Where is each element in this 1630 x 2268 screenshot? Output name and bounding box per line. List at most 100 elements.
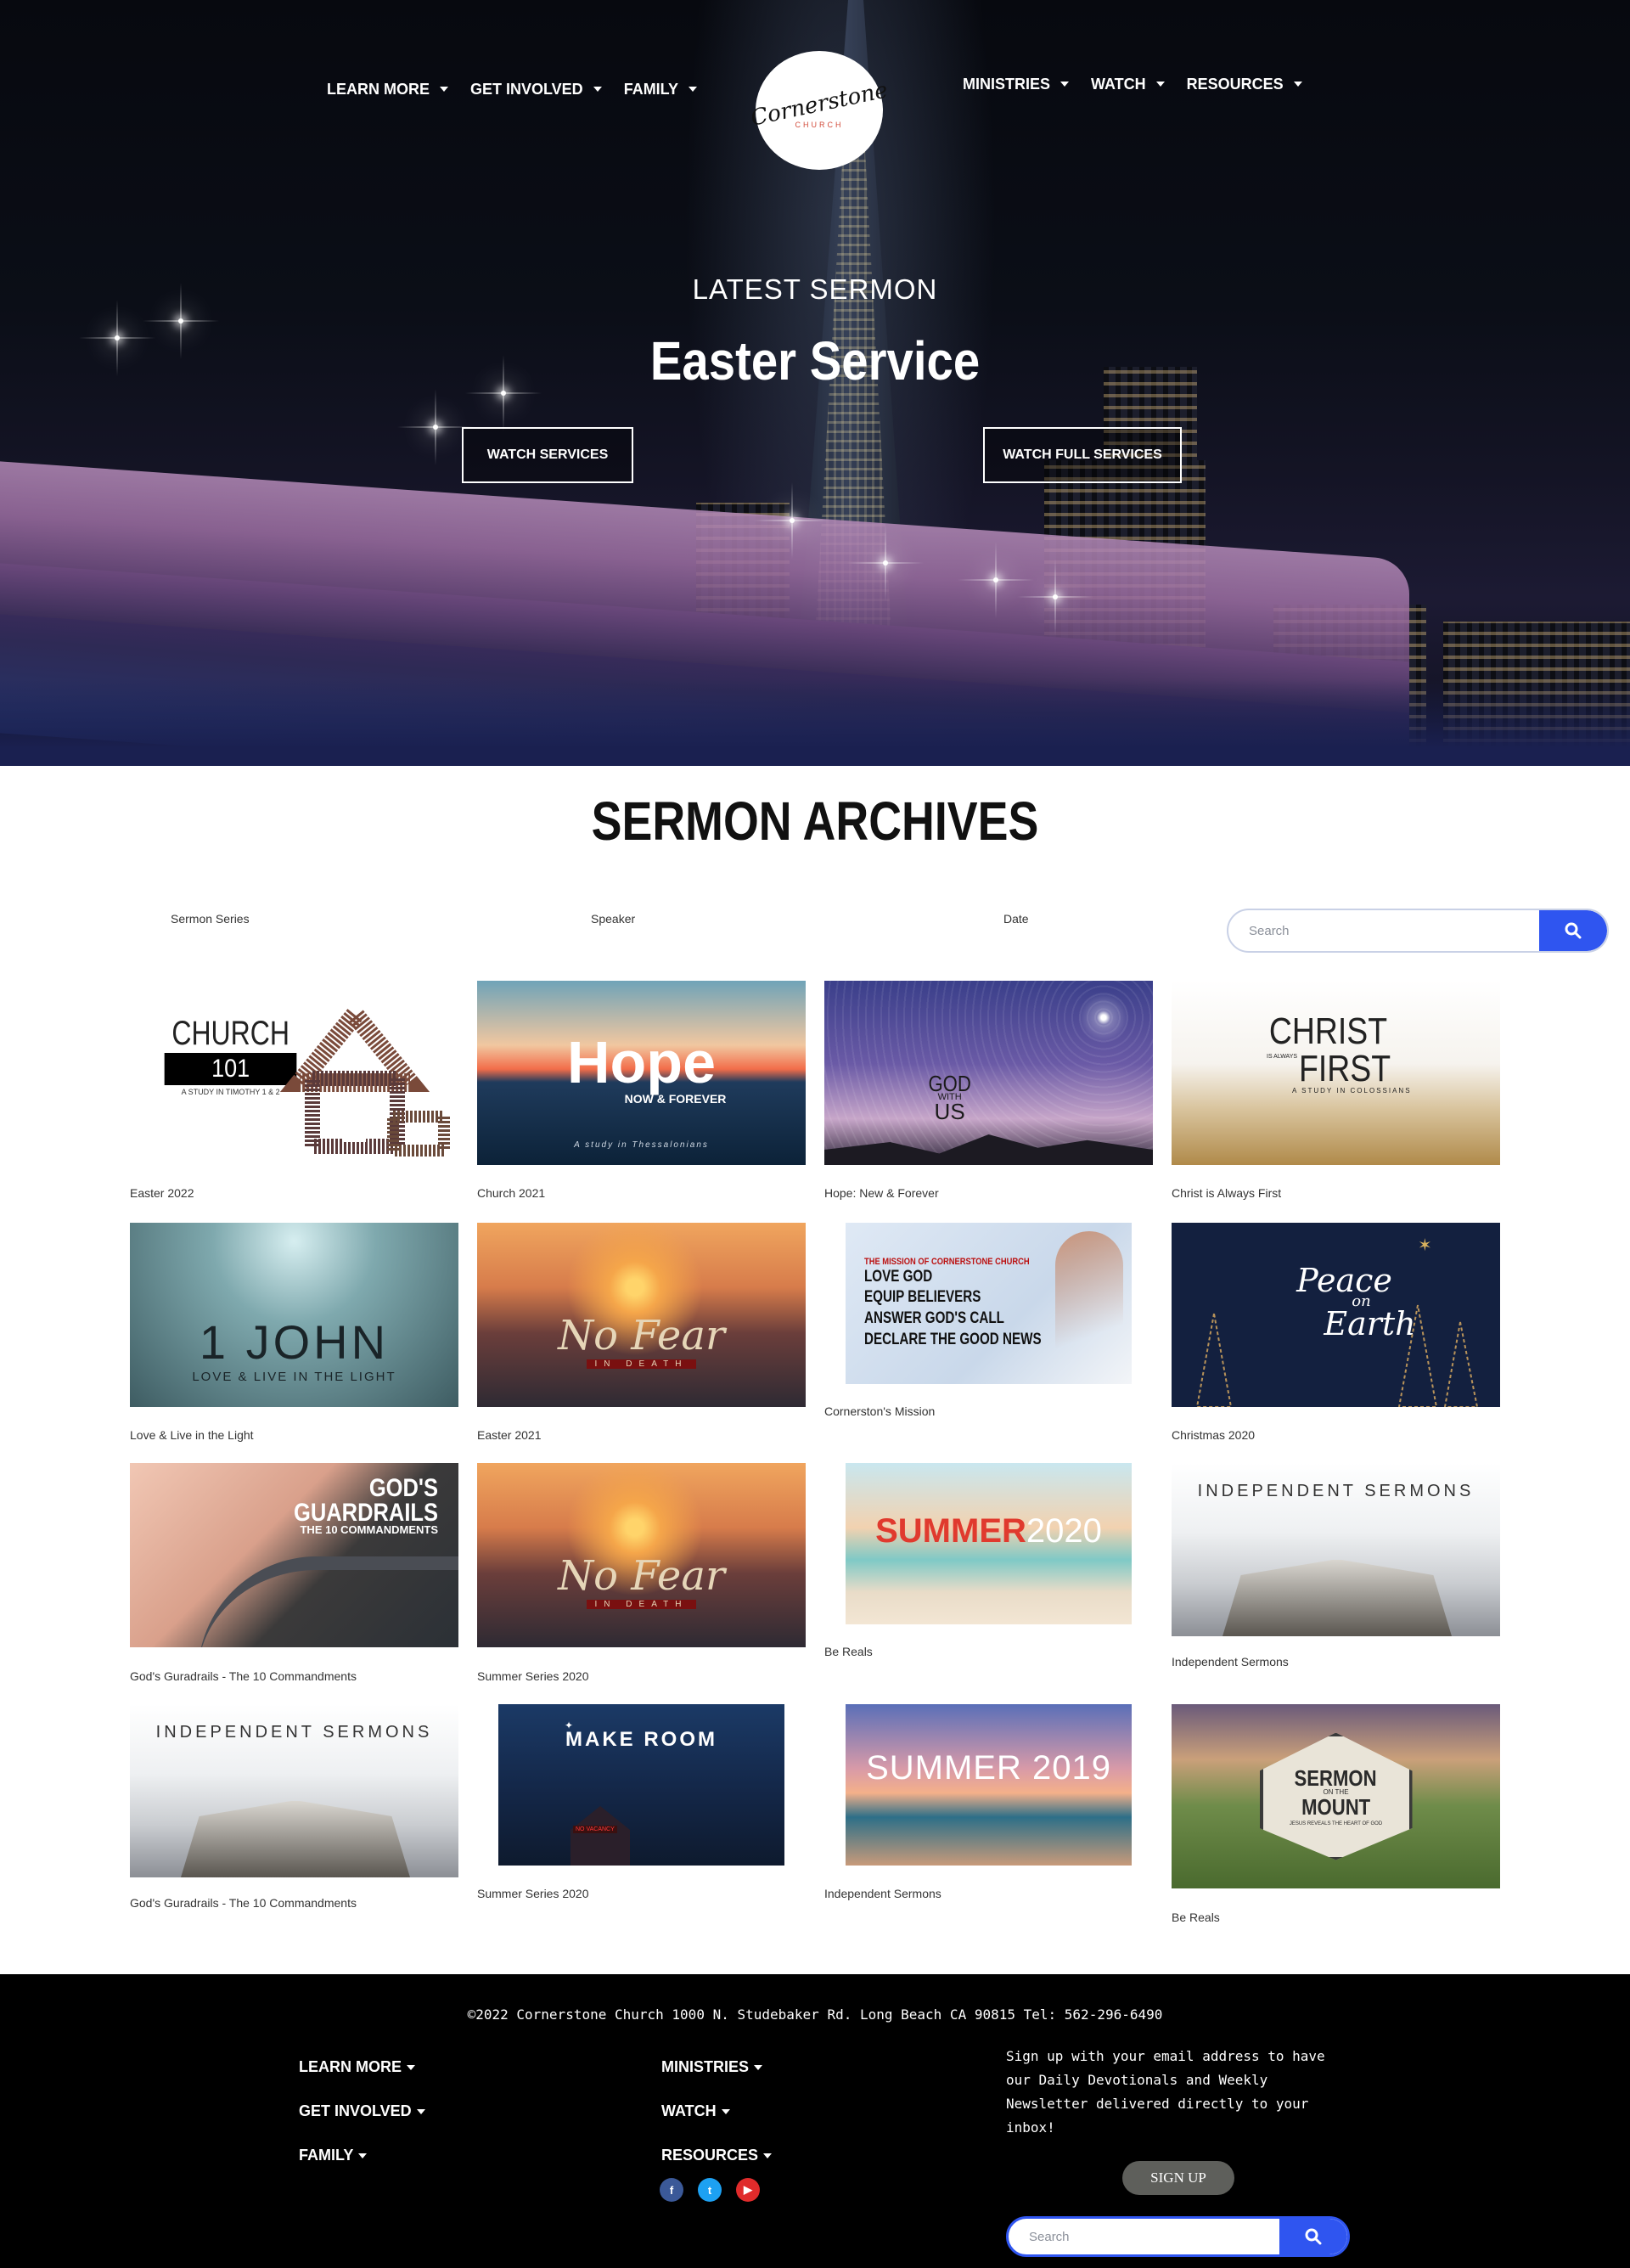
nav-label: MINISTRIES	[963, 75, 1051, 93]
light-flare	[883, 560, 888, 566]
sermon-caption[interactable]: Easter 2022	[130, 1186, 194, 1200]
sermon-thumbnail[interactable]: INDEPENDENT SERMONS	[130, 1704, 458, 1877]
thumb-text: IN DEATH	[586, 1359, 697, 1369]
footer-nav-watch[interactable]: WATCH	[661, 2102, 730, 2120]
thumb-text: Peace	[1296, 1262, 1392, 1300]
sermon-caption[interactable]: Cornerston's Mission	[824, 1404, 935, 1418]
watch-services-button[interactable]: WATCH SERVICES	[462, 427, 633, 483]
filter-date[interactable]: Date	[1003, 912, 1029, 926]
thumb-text: EQUIP BELIEVERS	[864, 1288, 981, 1307]
sermon-thumbnail[interactable]: THE MISSION OF CORNERSTONE CHURCH LOVE G…	[846, 1223, 1132, 1384]
thumb-text: THE 10 COMMANDMENTS	[300, 1523, 438, 1536]
church-logo[interactable]: Cornerstone CHURCH	[749, 51, 890, 170]
caret-down-icon	[416, 2108, 425, 2114]
sermon-thumbnail[interactable]: INDEPENDENT SERMONS	[1172, 1463, 1500, 1636]
sermon-thumbnail[interactable]: GOD WITH US	[824, 981, 1153, 1165]
search-input[interactable]: Search	[1009, 2230, 1279, 2244]
nav-label: RESOURCES	[661, 2147, 759, 2164]
nav-family[interactable]: FAMILY	[623, 80, 698, 98]
sermon-caption[interactable]: Be Reals	[1172, 1911, 1220, 1924]
footer-nav-get-involved[interactable]: GET INVOLVED	[299, 2102, 425, 2120]
sermon-caption[interactable]: Church 2021	[477, 1186, 545, 1200]
sermon-caption[interactable]: God's Guradrails - The 10 Commandments	[130, 1896, 357, 1910]
sign-up-button[interactable]: SIGN UP	[1122, 2161, 1234, 2195]
sermon-thumbnail[interactable]: SUMMER2020	[846, 1463, 1132, 1624]
footer-nav-learn-more[interactable]: LEARN MORE	[299, 2058, 415, 2076]
nav-label: FAMILY	[299, 2147, 354, 2164]
sermon-thumbnail[interactable]: No Fear IN DEATH	[477, 1463, 806, 1647]
filter-sermon-series[interactable]: Sermon Series	[171, 912, 250, 926]
nav-resources[interactable]: RESOURCES	[1187, 76, 1302, 93]
nav-label: MINISTRIES	[661, 2058, 750, 2075]
river	[0, 679, 1630, 766]
sermon-thumbnail[interactable]: Peace on Earth ✶	[1172, 1223, 1500, 1407]
sermon-thumbnail[interactable]: No Fear IN DEATH	[477, 1223, 806, 1407]
sermon-thumbnail[interactable]: GOD'S GUARDRAILS THE 10 COMMANDMENTS	[130, 1463, 458, 1647]
caret-down-icon	[1060, 82, 1070, 87]
footer-search: Search	[1006, 2216, 1350, 2257]
light-flare	[790, 518, 795, 523]
sermon-caption[interactable]: Christmas 2020	[1172, 1428, 1255, 1442]
nav-learn-more[interactable]: LEARN MORE	[327, 81, 448, 98]
thumb-text: NOW & FOREVER	[624, 1091, 727, 1106]
nav-get-involved[interactable]: GET INVOLVED	[470, 81, 602, 98]
thumb-text: IN DEATH	[586, 1600, 697, 1609]
twitter-icon[interactable]: t	[698, 2178, 722, 2202]
thumb-text: A study in Thessalonians	[574, 1140, 709, 1150]
youtube-icon[interactable]: ▶	[736, 2178, 760, 2202]
search-input[interactable]: Search	[1228, 924, 1539, 938]
thumb-text: GOD'S	[368, 1474, 438, 1502]
thumb-text: GOD	[928, 1071, 971, 1096]
thumb-text: GUARDRAILS	[294, 1498, 438, 1527]
filter-speaker[interactable]: Speaker	[591, 912, 635, 926]
sermon-caption[interactable]: Christ is Always First	[1172, 1186, 1281, 1200]
hero-eyebrow: LATEST SERMON	[692, 273, 938, 305]
thumb-text: THE MISSION OF CORNERSTONE CHURCH	[864, 1256, 1030, 1267]
sermon-caption[interactable]: Love & Live in the Light	[130, 1428, 254, 1442]
sermon-caption[interactable]: Easter 2021	[477, 1428, 542, 1442]
sermon-caption[interactable]: Summer Series 2020	[477, 1669, 589, 1683]
search-button[interactable]	[1539, 910, 1607, 951]
nav-label: GET INVOLVED	[470, 80, 583, 98]
sermon-thumbnail[interactable]: MAKE ROOM ✦ NO VACANCY	[498, 1704, 784, 1866]
thumb-text: IS ALWAYS	[1267, 1054, 1298, 1060]
light-flare	[433, 425, 438, 430]
thumb-text: ANSWER GOD'S CALL	[864, 1309, 1004, 1327]
thumb-text: LOVE GOD	[864, 1267, 933, 1286]
light-flare	[1053, 594, 1058, 599]
footer-nav-resources[interactable]: RESOURCES	[661, 2147, 773, 2164]
thumb-text: DECLARE THE GOOD NEWS	[864, 1330, 1042, 1348]
sermon-thumbnail[interactable]: CHRIST IS ALWAYS FIRST A STUDY IN COLOSS…	[1172, 981, 1500, 1165]
sermon-thumbnail[interactable]: CHURCH 101 A STUDY IN TIMOTHY 1 & 2	[130, 981, 458, 1165]
footer-nav-family[interactable]: FAMILY	[299, 2147, 368, 2164]
sermon-caption[interactable]: Be Reals	[824, 1645, 873, 1658]
sermon-thumbnail[interactable]: SUMMER 2019	[846, 1704, 1132, 1866]
facebook-icon[interactable]: f	[660, 2178, 683, 2202]
thumb-text: No Fear	[558, 1552, 725, 1600]
sermon-thumbnail[interactable]: Hope NOW & FOREVER A study in Thessaloni…	[477, 981, 806, 1165]
search-icon	[1565, 922, 1582, 939]
caret-down-icon	[1293, 82, 1302, 87]
search-button[interactable]	[1279, 2219, 1347, 2254]
sermon-caption[interactable]: God's Guradrails - The 10 Commandments	[130, 1669, 357, 1683]
main-nav-right: MINISTRIES WATCH RESOURCES	[963, 0, 1302, 168]
caret-down-icon	[754, 2064, 763, 2070]
caret-down-icon	[689, 87, 698, 92]
thumb-text: US	[934, 1099, 965, 1125]
caret-down-icon	[358, 2153, 368, 2158]
light-flare	[993, 577, 998, 582]
sermon-caption[interactable]: Independent Sermons	[824, 1887, 941, 1900]
nav-watch[interactable]: WATCH	[1091, 76, 1165, 93]
watch-full-services-button[interactable]: WATCH FULL SERVICES	[983, 427, 1182, 483]
sermon-caption[interactable]: Hope: New & Forever	[824, 1186, 939, 1200]
sermon-caption[interactable]: Independent Sermons	[1172, 1655, 1289, 1669]
sermon-thumbnail[interactable]: SERMON ON THE MOUNT JESUS REVEALS THE HE…	[1172, 1704, 1500, 1888]
nav-ministries[interactable]: MINISTRIES	[963, 75, 1070, 93]
nav-label: FAMILY	[623, 80, 679, 98]
sermon-caption[interactable]: Summer Series 2020	[477, 1887, 589, 1900]
thumb-text: MAKE ROOM	[565, 1728, 717, 1751]
footer-nav-ministries[interactable]: MINISTRIES	[661, 2058, 763, 2076]
caret-down-icon	[407, 2064, 415, 2070]
sermon-thumbnail[interactable]: 1 JOHN LOVE & LIVE IN THE LIGHT	[130, 1223, 458, 1407]
thumb-text: 1 JOHN	[199, 1314, 390, 1369]
